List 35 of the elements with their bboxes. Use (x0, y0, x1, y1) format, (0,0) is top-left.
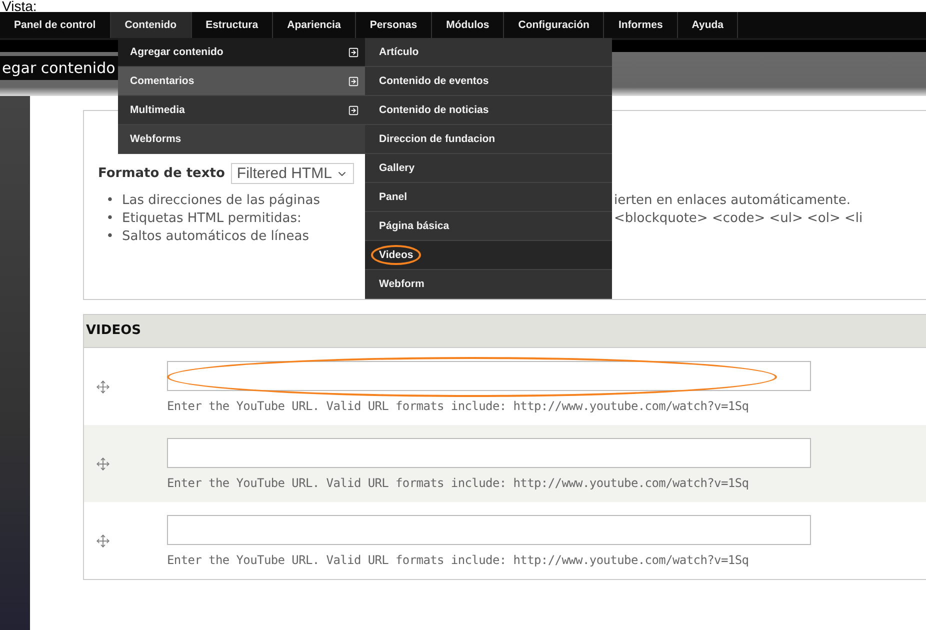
drag-handle-icon[interactable] (96, 456, 110, 470)
format-select[interactable]: Filtered HTML (230, 163, 354, 184)
help-text: Enter the YouTube URL. Valid URL formats include: http://www.youtube.com/watch?v=1Sq (167, 552, 750, 566)
url-input-field[interactable] (167, 514, 811, 544)
tip-text: Saltos automáticos de líneas (122, 228, 310, 246)
menu-item[interactable]: Comentarios (118, 67, 365, 96)
bullet-marker: • (106, 228, 114, 246)
menu-item[interactable]: Página básica (365, 212, 612, 241)
bullet-marker: • (106, 210, 114, 228)
menu-item[interactable]: Artículo (365, 38, 612, 67)
drag-handle-icon[interactable] (96, 380, 110, 394)
toolbar-menu-item[interactable]: Ayuda (678, 12, 738, 38)
tip-text: Las direcciones de las páginas (122, 192, 321, 210)
help-text: Enter the YouTube URL. Valid URL formats include: http://www.youtube.com/watch?v=1Sq (167, 398, 750, 412)
tip-text: <blockquote> <code> <ul> <ol> <li (614, 210, 864, 228)
page-heading: Vista: (1, 0, 38, 12)
tip-text: ierten en enlaces automáticamente. (614, 192, 852, 210)
url-input-field[interactable] (167, 360, 811, 390)
menu-item[interactable]: Direccion de fundacion (365, 125, 612, 154)
toolbar-menu-item[interactable]: Contenido (110, 12, 192, 38)
help-text: Enter the YouTube URL. Valid URL formats include: http://www.youtube.com/watch?v=1Sq (167, 476, 750, 490)
bullet-marker: • (106, 192, 114, 210)
menu-item[interactable]: Gallery (365, 154, 612, 183)
menu-item[interactable]: Panel (365, 183, 612, 212)
url-input-field[interactable] (167, 438, 811, 468)
menu-item[interactable]: Agregar contenido (118, 38, 365, 67)
menu-item[interactable]: Multimedia (118, 96, 365, 125)
field-label: Formato de texto (98, 166, 225, 181)
menu-item[interactable]: Contenido de eventos (365, 67, 612, 96)
menu-item[interactable]: Webforms (118, 125, 365, 154)
menu-item[interactable]: Webform (365, 270, 612, 299)
drag-handle-icon[interactable] (96, 534, 110, 548)
menu-item[interactable]: Contenido de noticias (365, 96, 612, 125)
table-header: VIDEOS (84, 315, 926, 348)
tip-text: Etiquetas HTML permitidas: (122, 210, 302, 228)
